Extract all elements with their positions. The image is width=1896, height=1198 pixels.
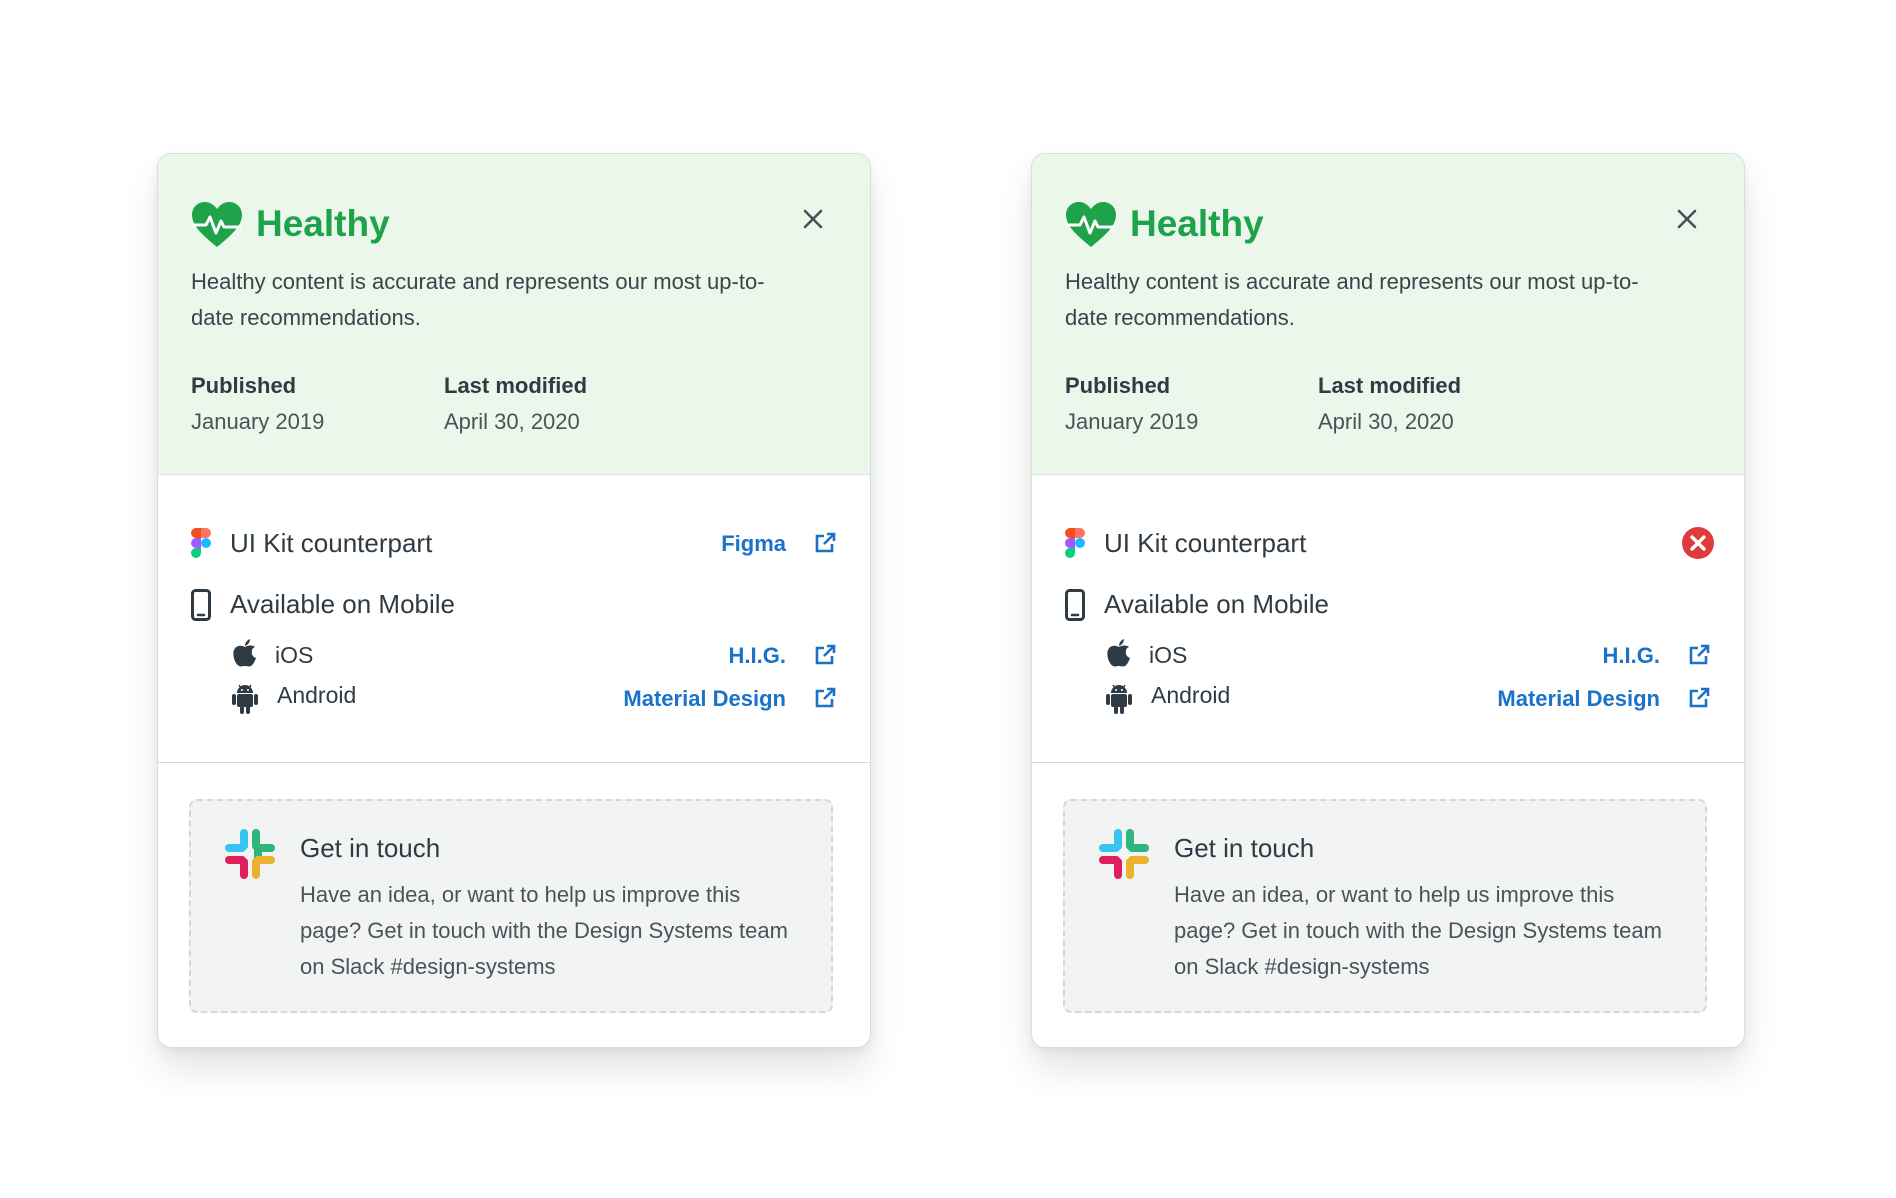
material-design-link[interactable]: Material Design xyxy=(1497,686,1660,712)
error-circle-icon xyxy=(1682,527,1714,559)
figma-icon xyxy=(1065,528,1085,558)
external-link-icon[interactable] xyxy=(813,531,837,555)
mobile-phone-icon xyxy=(191,589,211,621)
android-label: Android xyxy=(1151,682,1231,708)
external-link-icon[interactable] xyxy=(1687,643,1711,667)
external-link-icon[interactable] xyxy=(813,686,837,710)
status-description: Healthy content is accurate and represen… xyxy=(191,269,765,330)
ios-label: iOS xyxy=(275,642,314,668)
ui-kit-label: UI Kit counterpart xyxy=(230,528,433,558)
ui-kit-label: UI Kit counterpart xyxy=(1104,528,1307,558)
modified-value: April 30, 2020 xyxy=(444,409,580,434)
close-icon[interactable] xyxy=(1672,204,1702,234)
slack-icon xyxy=(1099,829,1149,879)
modified-label: Last modified xyxy=(1318,373,1462,398)
status-header: Healthy Healthy content is accurate and … xyxy=(158,154,870,475)
published-value: January 2019 xyxy=(1065,409,1199,434)
material-design-link[interactable]: Material Design xyxy=(623,686,786,712)
android-icon xyxy=(1106,684,1132,714)
apple-icon xyxy=(1107,639,1130,667)
get-in-touch-text: Have an idea, or want to help us improve… xyxy=(1174,882,1662,979)
external-link-icon[interactable] xyxy=(813,643,837,667)
heart-pulse-icon xyxy=(192,202,242,247)
external-link-icon[interactable] xyxy=(1687,686,1711,710)
hig-link[interactable]: H.I.G. xyxy=(729,643,786,669)
mobile-label: Available on Mobile xyxy=(1104,589,1329,619)
status-title: Healthy xyxy=(256,203,390,244)
hig-link[interactable]: H.I.G. xyxy=(1603,643,1660,669)
android-label: Android xyxy=(277,682,357,708)
android-icon xyxy=(232,684,258,714)
figma-icon xyxy=(191,528,211,558)
status-header: Healthy Healthy content is accurate and … xyxy=(1032,154,1744,475)
published-label: Published xyxy=(1065,373,1171,398)
ios-label: iOS xyxy=(1149,642,1188,668)
get-in-touch-text: Have an idea, or want to help us improve… xyxy=(300,882,788,979)
published-label: Published xyxy=(191,373,297,398)
status-description: Healthy content is accurate and represen… xyxy=(1065,269,1639,330)
get-in-touch-title: Get in touch xyxy=(300,833,441,863)
figma-link[interactable]: Figma xyxy=(721,531,786,557)
slack-icon xyxy=(225,829,275,879)
close-icon[interactable] xyxy=(798,204,828,234)
status-title: Healthy xyxy=(1130,203,1264,244)
modified-value: April 30, 2020 xyxy=(1318,409,1454,434)
get-in-touch-box: Get in touch Have an idea, or want to he… xyxy=(1063,799,1707,1013)
modified-label: Last modified xyxy=(444,373,588,398)
heart-pulse-icon xyxy=(1066,202,1116,247)
mobile-label: Available on Mobile xyxy=(230,589,455,619)
published-value: January 2019 xyxy=(191,409,325,434)
status-card: Healthy Healthy content is accurate and … xyxy=(1031,153,1745,1048)
get-in-touch-title: Get in touch xyxy=(1174,833,1315,863)
status-card: Healthy Healthy content is accurate and … xyxy=(157,153,871,1048)
get-in-touch-box: Get in touch Have an idea, or want to he… xyxy=(189,799,833,1013)
mobile-phone-icon xyxy=(1065,589,1085,621)
divider xyxy=(1032,762,1744,763)
divider xyxy=(158,762,870,763)
apple-icon xyxy=(233,639,256,667)
